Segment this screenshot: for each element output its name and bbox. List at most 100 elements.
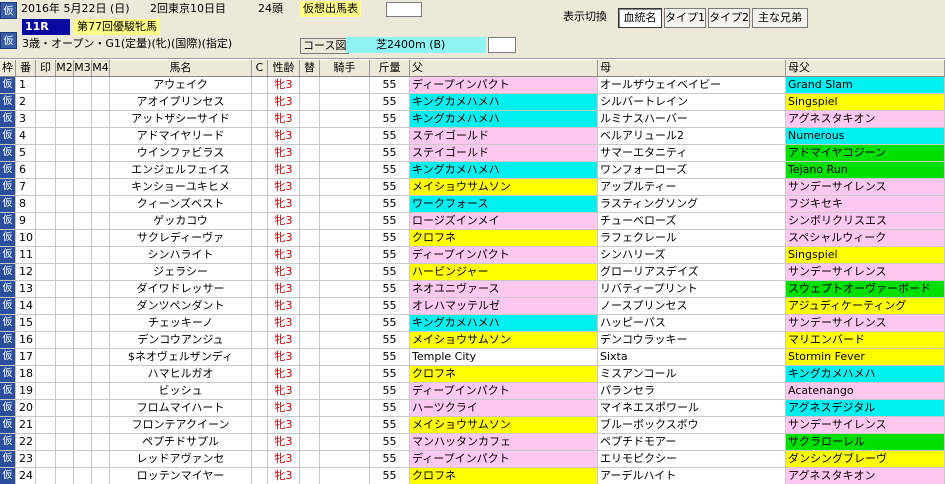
- mark-cell[interactable]: [36, 162, 56, 178]
- mark-cell[interactable]: [36, 230, 56, 246]
- horse-name[interactable]: レッドアヴァンセ: [110, 451, 252, 467]
- mark-cell[interactable]: [36, 213, 56, 229]
- horse-name[interactable]: アオイプリンセス: [110, 94, 252, 110]
- frame-badge[interactable]: 仮: [0, 145, 16, 161]
- horse-name[interactable]: ペプチドサプル: [110, 434, 252, 450]
- table-row[interactable]: 仮 14 ダンツペンダント 牝3 55 オレハマッテルゼ ノースプリンセス アジュディケーティ…: [0, 298, 945, 315]
- horse-name[interactable]: サクレディーヴァ: [110, 230, 252, 246]
- horse-icon[interactable]: 仮: [0, 2, 17, 19]
- horse-name[interactable]: シンハライト: [110, 247, 252, 263]
- horse-name[interactable]: ジェラシー: [110, 264, 252, 280]
- frame-badge[interactable]: 仮: [0, 400, 16, 416]
- tab-pedigree[interactable]: 血統名: [618, 8, 662, 28]
- horse-name[interactable]: ダンツペンダント: [110, 298, 252, 314]
- frame-badge[interactable]: 仮: [0, 332, 16, 348]
- tab-type2[interactable]: タイプ2: [708, 8, 750, 28]
- table-row[interactable]: 仮 9 ゲッカコウ 牝3 55 ロージズインメイ チューベローズ シンボリクリスエス: [0, 213, 945, 230]
- horse-name[interactable]: キンショーユキヒメ: [110, 179, 252, 195]
- mark-cell[interactable]: [36, 417, 56, 433]
- table-row[interactable]: 仮 5 ウインファビラス 牝3 55 ステイゴールド サマーエタニティ アドマイヤコジーン: [0, 145, 945, 162]
- table-row[interactable]: 仮 24 ロッテンマイヤー 牝3 55 クロフネ アーデルハイト アグネスタキオン: [0, 468, 945, 484]
- mark-cell[interactable]: [36, 468, 56, 484]
- horse-name[interactable]: ダイワドレッサー: [110, 281, 252, 297]
- mark-cell[interactable]: [36, 247, 56, 263]
- mark-cell[interactable]: [36, 349, 56, 365]
- table-row[interactable]: 仮 18 ハマヒルガオ 牝3 55 クロフネ ミスアンコール キングカメハメハ: [0, 366, 945, 383]
- mark-cell[interactable]: [36, 400, 56, 416]
- mark-cell[interactable]: [36, 281, 56, 297]
- frame-badge[interactable]: 仮: [0, 77, 16, 93]
- horse-name[interactable]: ゲッカコウ: [110, 213, 252, 229]
- table-row[interactable]: 仮 10 サクレディーヴァ 牝3 55 クロフネ ラフェクレール スペシャルウィーク: [0, 230, 945, 247]
- frame-badge[interactable]: 仮: [0, 468, 16, 484]
- mark-cell[interactable]: [36, 315, 56, 331]
- mark-cell[interactable]: [36, 196, 56, 212]
- horse-name[interactable]: ビッシュ: [110, 383, 252, 399]
- horse-name[interactable]: ロッテンマイヤー: [110, 468, 252, 484]
- frame-badge[interactable]: 仮: [0, 247, 16, 263]
- horse-name[interactable]: デンコウアンジュ: [110, 332, 252, 348]
- mark-cell[interactable]: [36, 128, 56, 144]
- frame-badge[interactable]: 仮: [0, 196, 16, 212]
- horse-name[interactable]: チェッキーノ: [110, 315, 252, 331]
- frame-badge[interactable]: 仮: [0, 298, 16, 314]
- frame-badge[interactable]: 仮: [0, 366, 16, 382]
- col-horse-name[interactable]: 馬名: [110, 60, 252, 76]
- horse-name[interactable]: クィーンズベスト: [110, 196, 252, 212]
- mark-cell[interactable]: [36, 383, 56, 399]
- col-sire[interactable]: 父: [410, 60, 598, 76]
- table-row[interactable]: 仮 23 レッドアヴァンセ 牝3 55 ディープインパクト エリモピクシー ダンシングブレーヴ: [0, 451, 945, 468]
- course-map-button[interactable]: コース図: [300, 38, 350, 54]
- horse-name[interactable]: エンジェルフェイス: [110, 162, 252, 178]
- table-row[interactable]: 仮 21 フロンテアクイーン 牝3 55 メイショウサムソン ブルーボックスボウ サンデーサイ…: [0, 417, 945, 434]
- horse-name[interactable]: フロンテアクイーン: [110, 417, 252, 433]
- col-dam[interactable]: 母: [598, 60, 786, 76]
- mark-cell[interactable]: [36, 264, 56, 280]
- horse-name[interactable]: アットザシーサイド: [110, 111, 252, 127]
- mark-cell[interactable]: [36, 77, 56, 93]
- col-broodmare-sire[interactable]: 母父: [786, 60, 945, 76]
- horse-name[interactable]: アウェイク: [110, 77, 252, 93]
- frame-badge[interactable]: 仮: [0, 349, 16, 365]
- table-row[interactable]: 仮 2 アオイプリンセス 牝3 55 キングカメハメハ シルバートレイン Singspiel: [0, 94, 945, 111]
- table-row[interactable]: 仮 11 シンハライト 牝3 55 ディープインパクト シンハリーズ Singspiel: [0, 247, 945, 264]
- tab-type1[interactable]: タイプ1: [664, 8, 706, 28]
- mark-cell[interactable]: [36, 332, 56, 348]
- horse-name[interactable]: アドマイヤリード: [110, 128, 252, 144]
- table-row[interactable]: 仮 17 $ネオヴェルザンディ 牝3 55 Temple City Sixta Stormin…: [0, 349, 945, 366]
- table-row[interactable]: 仮 6 エンジェルフェイス 牝3 55 キングカメハメハ ワンフォーローズ Tejano Ru…: [0, 162, 945, 179]
- table-row[interactable]: 仮 3 アットザシーサイド 牝3 55 キングカメハメハ ルミナスハーバー アグネスタキオン: [0, 111, 945, 128]
- mark-cell[interactable]: [36, 179, 56, 195]
- table-row[interactable]: 仮 22 ペプチドサプル 牝3 55 マンハッタンカフェ ペプチドモアー サクラローレル: [0, 434, 945, 451]
- table-row[interactable]: 仮 15 チェッキーノ 牝3 55 キングカメハメハ ハッピーパス サンデーサイレンス: [0, 315, 945, 332]
- frame-badge[interactable]: 仮: [0, 281, 16, 297]
- mark-cell[interactable]: [36, 366, 56, 382]
- mark-cell[interactable]: [36, 434, 56, 450]
- frame-badge[interactable]: 仮: [0, 264, 16, 280]
- frame-badge[interactable]: 仮: [0, 417, 16, 433]
- table-row[interactable]: 仮 16 デンコウアンジュ 牝3 55 メイショウサムソン デンコウラッキー マリエンバード: [0, 332, 945, 349]
- table-row[interactable]: 仮 12 ジェラシー 牝3 55 ハービンジャー グローリアスデイズ サンデーサイレンス: [0, 264, 945, 281]
- frame-badge[interactable]: 仮: [0, 128, 16, 144]
- horse-name[interactable]: ハマヒルガオ: [110, 366, 252, 382]
- mark-cell[interactable]: [36, 298, 56, 314]
- frame-badge[interactable]: 仮: [0, 179, 16, 195]
- frame-badge[interactable]: 仮: [0, 315, 16, 331]
- frame-badge[interactable]: 仮: [0, 383, 16, 399]
- course-input[interactable]: [488, 37, 516, 53]
- frame-badge[interactable]: 仮: [0, 94, 16, 110]
- frame-badge[interactable]: 仮: [0, 213, 16, 229]
- mark-cell[interactable]: [36, 94, 56, 110]
- horse-name[interactable]: ウインファビラス: [110, 145, 252, 161]
- mark-cell[interactable]: [36, 451, 56, 467]
- mode-input[interactable]: [386, 2, 422, 17]
- frame-badge[interactable]: 仮: [0, 451, 16, 467]
- horse-icon-2[interactable]: 仮: [0, 32, 17, 49]
- horse-name[interactable]: フロムマイハート: [110, 400, 252, 416]
- table-row[interactable]: 仮 8 クィーンズベスト 牝3 55 ワークフォース ラスティングソング フジキセキ: [0, 196, 945, 213]
- frame-badge[interactable]: 仮: [0, 230, 16, 246]
- table-row[interactable]: 仮 7 キンショーユキヒメ 牝3 55 メイショウサムソン アップルティー サンデーサイレンス: [0, 179, 945, 196]
- table-row[interactable]: 仮 13 ダイワドレッサー 牝3 55 ネオユニヴァース リバティープリント スウェプトオーヴ…: [0, 281, 945, 298]
- frame-badge[interactable]: 仮: [0, 162, 16, 178]
- mark-cell[interactable]: [36, 111, 56, 127]
